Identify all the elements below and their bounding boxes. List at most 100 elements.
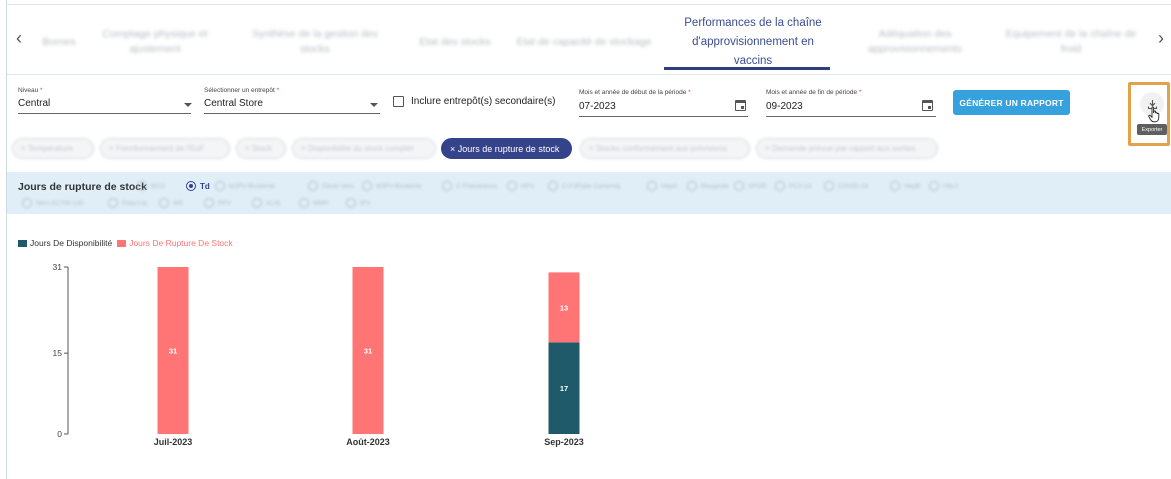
x-category-label: Sep-2023: [544, 437, 584, 447]
product-selector-title: Jours de rupture de stock: [18, 181, 147, 193]
chevron-left-icon[interactable]: ‹: [9, 27, 29, 51]
product-radio-option[interactable]: C-Fridoléance: [442, 181, 497, 191]
chip-demande-sorties[interactable]: × Demande prévue par rapport aux sorties: [756, 138, 938, 159]
radio-button-icon: [22, 198, 32, 208]
radio-option-label: PCV-13: [789, 182, 812, 190]
chip-fonctionnement[interactable]: × Fonctionnement de l'EoF: [100, 138, 230, 159]
product-radio-option[interactable]: HPV: [507, 181, 534, 191]
radio-button-icon: [346, 198, 356, 208]
generate-report-button[interactable]: GÉNÉRER UN RAPPORT: [953, 90, 1070, 115]
radio-option-label: VPOR: [748, 182, 767, 190]
radio-button-icon: [299, 198, 309, 208]
product-radio-option[interactable]: IPV: [346, 198, 370, 208]
product-selector-band: Jours de rupture de stock BCG Td bOPV-Biva…: [7, 172, 1171, 214]
active-tab-indicator: [664, 67, 830, 70]
chip-stocks-previsions[interactable]: × Stocks conformément aux prévisions: [580, 138, 750, 159]
end-period-input[interactable]: 09-2023: [766, 101, 803, 112]
start-period-input[interactable]: 07-2023: [579, 101, 616, 112]
tab-equipement[interactable]: Equipement de la chaîne de froid: [997, 9, 1145, 75]
niveau-label: Niveau *: [18, 87, 43, 94]
bar-data-label: 13: [560, 303, 568, 312]
tab-performances[interactable]: Performances de la chaîne d'approvisionn…: [673, 9, 833, 75]
radio-option-label: PPV: [218, 199, 232, 207]
product-radio-option[interactable]: Rota-Liq: [108, 198, 147, 208]
product-radio-option[interactable]: Hib-2: [929, 181, 959, 191]
niveau-select[interactable]: Central: [18, 98, 50, 109]
radio-option-label: Rota-Liq: [122, 199, 147, 207]
tab-adequation[interactable]: Adéquation des approvisionnements: [855, 9, 975, 75]
chip-temperature[interactable]: × Température: [12, 138, 94, 159]
y-tick-label: 15: [53, 348, 63, 358]
product-radio-option[interactable]: Rougeole: [687, 181, 729, 191]
radio-option-label: MMR: [313, 199, 329, 207]
stockout-days-chart: 0 15 31 31 Juil-2023 31 Août-2023 17 13 Sep-2023: [53, 262, 584, 447]
legend-swatch: [117, 239, 127, 247]
product-radio-option[interactable]: Men-ACYW-135: [22, 198, 83, 208]
legend-label: Jours De Disponibilité: [30, 238, 113, 248]
y-tick-label: 31: [53, 262, 63, 272]
radio-button-icon: [687, 181, 697, 191]
radio-option-label: COVID-19: [838, 182, 868, 190]
caret-down-icon[interactable]: [370, 103, 378, 107]
radio-option-label: C-FriFlate Comorsty: [562, 182, 621, 190]
product-radio-option[interactable]: BCG: [137, 181, 165, 191]
chart-legend: Jours De Disponibilité Jours De Rupture …: [18, 238, 238, 248]
product-radio-option[interactable]: Td: [186, 181, 210, 191]
tab-synthese[interactable]: Synthèse de la gestion des stocks: [251, 9, 379, 75]
product-radio-option[interactable]: MR: [159, 198, 183, 208]
tab-etat-stocks[interactable]: Etat des stocks: [411, 9, 499, 75]
calendar-icon[interactable]: [735, 100, 746, 111]
chevron-right-icon[interactable]: ›: [1151, 27, 1171, 51]
indicator-chips: × Température × Fonctionnement de l'EoF …: [8, 133, 1168, 163]
radio-button-icon: [252, 198, 262, 208]
product-radio-option[interactable]: C-FriFlate Comorsty: [548, 181, 621, 191]
product-radio-option[interactable]: HepB: [890, 181, 920, 191]
hand-cursor-icon: [1148, 106, 1160, 123]
radio-option-label: Rougeole: [701, 182, 729, 190]
product-radio-option[interactable]: VPOR: [734, 181, 766, 191]
radio-button-icon: [159, 198, 169, 208]
legend-label: Jours De Rupture De Stock: [129, 238, 233, 248]
secondary-warehouse-checkbox[interactable]: [393, 96, 404, 107]
entrepot-label: Sélectionner un entrepôt *: [204, 87, 280, 94]
product-radio-option[interactable]: Diluté Vero: [308, 181, 354, 191]
legend-item-rupture[interactable]: Jours De Rupture De Stock: [117, 238, 233, 248]
product-radio-option[interactable]: bOPV-Bivalente: [362, 181, 422, 191]
product-radio-option[interactable]: PPV: [204, 198, 231, 208]
radio-button-icon: [137, 181, 147, 191]
calendar-icon[interactable]: [922, 100, 933, 111]
start-period-label: Mois et année de début de la période *: [579, 89, 691, 96]
legend-swatch: [18, 239, 27, 247]
caret-down-icon[interactable]: [184, 103, 192, 107]
report-tabs: ‹ Bornes Comptage physique et ajustement…: [7, 5, 1171, 75]
radio-option-label: IPV: [360, 199, 371, 207]
radio-button-icon: [204, 198, 214, 208]
chip-disponibilite[interactable]: × Disponibilité du stock complet: [292, 138, 436, 159]
tab-bornes[interactable]: Bornes: [31, 9, 87, 75]
product-radio-option[interactable]: bOPV-Bivalente: [215, 181, 275, 191]
radio-option-label: Td: [200, 181, 210, 191]
tab-capacite[interactable]: Etat de capacité de stockage: [509, 9, 659, 75]
product-radio-option[interactable]: MMR: [299, 198, 329, 208]
product-radio-option[interactable]: ALAL: [252, 198, 282, 208]
entrepot-select[interactable]: Central Store: [204, 98, 263, 109]
radio-button-icon: [548, 181, 558, 191]
radio-button-icon: [507, 181, 517, 191]
radio-button-icon: [442, 181, 452, 191]
secondary-warehouse-label: Inclure entrepôt(s) secondaire(s): [411, 96, 556, 107]
radio-option-label: Hib-2: [943, 182, 959, 190]
radio-button-icon: [215, 181, 225, 191]
radio-option-label: bOPV-Bivalente: [376, 182, 422, 190]
product-radio-option[interactable]: PCV-13: [775, 181, 811, 191]
legend-item-disponibilite[interactable]: Jours De Disponibilité: [18, 238, 112, 248]
chip-jours-rupture[interactable]: × Jours de rupture de stock: [441, 138, 572, 159]
radio-button-icon: [108, 198, 118, 208]
product-radio-option[interactable]: HepA: [647, 181, 677, 191]
radio-button-icon: [186, 181, 196, 191]
tab-comptage[interactable]: Comptage physique et ajustement: [99, 9, 211, 75]
chip-stock[interactable]: × Stock: [236, 138, 286, 159]
product-radio-option[interactable]: COVID-19: [824, 181, 868, 191]
radio-option-label: BCG: [151, 182, 166, 190]
entrepot-underline: [204, 113, 380, 114]
radio-option-label: ALAL: [266, 199, 282, 207]
